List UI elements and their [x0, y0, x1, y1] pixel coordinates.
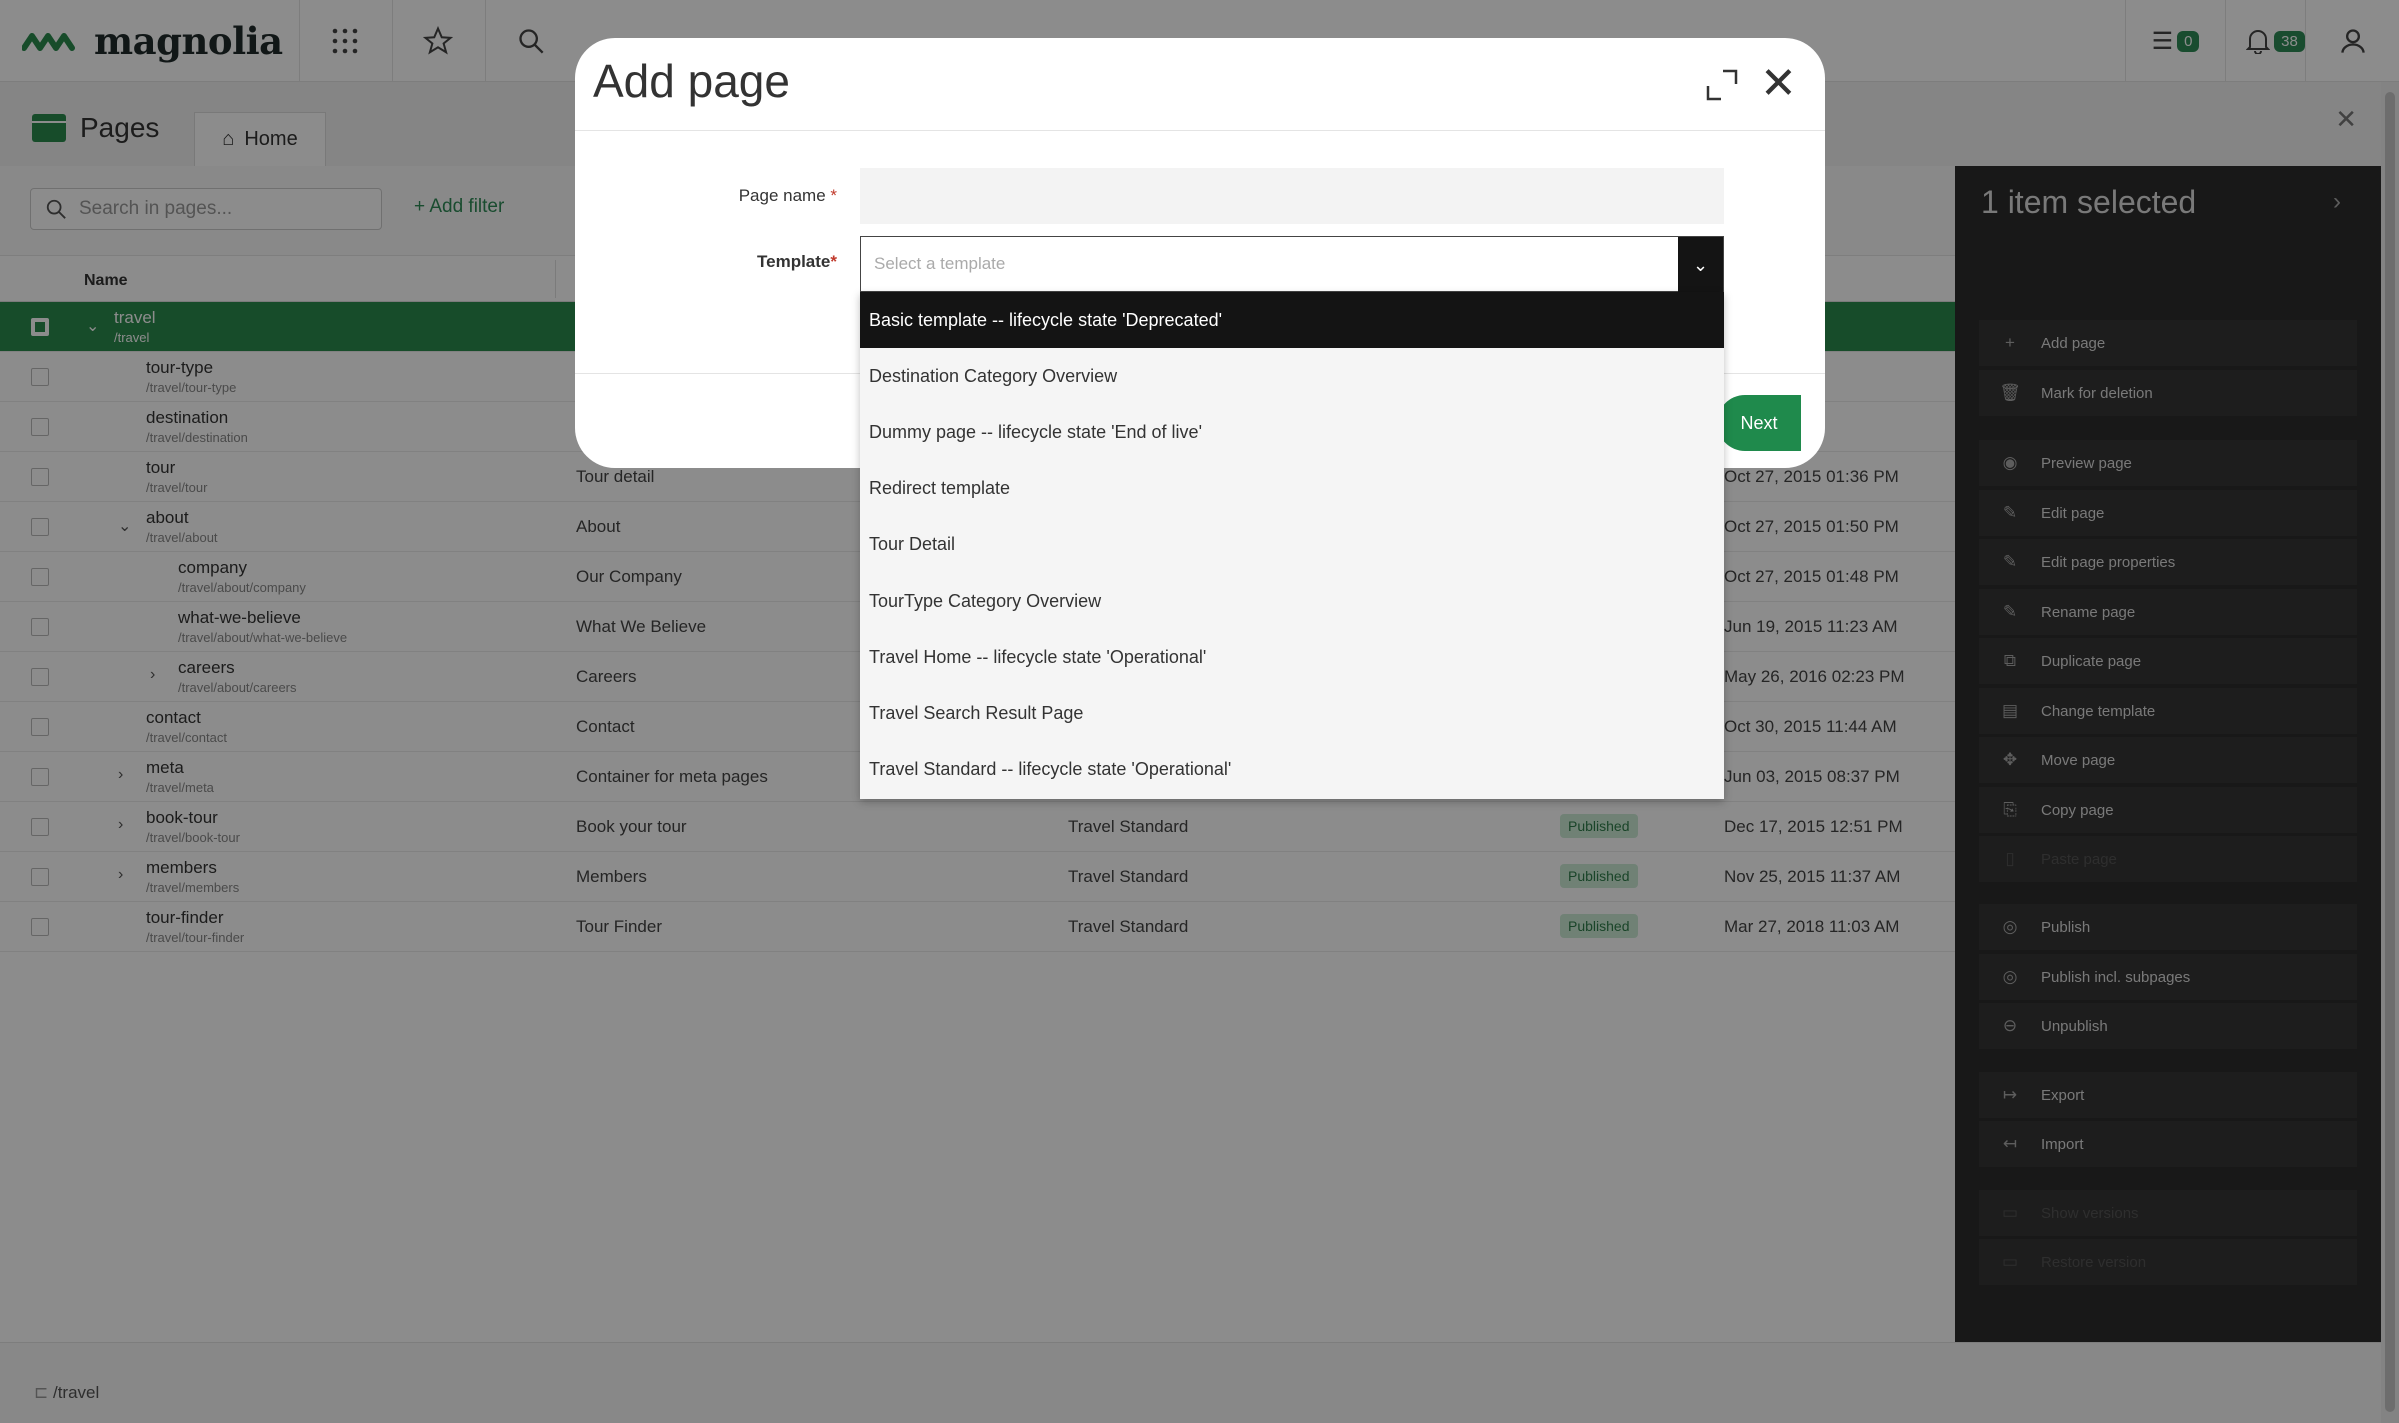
next-button[interactable]: Next — [1717, 395, 1801, 451]
required-marker: * — [830, 252, 837, 271]
close-dialog-icon[interactable]: ✕ — [1760, 62, 1797, 106]
template-option[interactable]: Redirect template — [860, 461, 1724, 517]
template-label: Template* — [705, 252, 837, 272]
template-placeholder: Select a template — [874, 254, 1006, 273]
chevron-down-icon[interactable]: ⌄ — [1678, 237, 1723, 293]
template-dropdown-list: Basic template -- lifecycle state 'Depre… — [860, 292, 1724, 799]
dialog-header-divider — [575, 130, 1825, 131]
page-name-input[interactable] — [860, 168, 1724, 224]
dialog-title: Add page — [593, 55, 790, 107]
template-option[interactable]: Destination Category Overview — [860, 348, 1724, 404]
page-name-label-text: Page name — [738, 186, 826, 205]
template-option[interactable]: Tour Detail — [860, 517, 1724, 573]
template-option[interactable]: TourType Category Overview — [860, 573, 1724, 629]
template-option[interactable]: Basic template -- lifecycle state 'Depre… — [860, 292, 1724, 349]
template-option[interactable]: Dummy page -- lifecycle state 'End of li… — [860, 404, 1724, 460]
template-select[interactable]: Select a template ⌄ — [860, 236, 1724, 293]
template-option[interactable]: Travel Search Result Page — [860, 685, 1724, 741]
expand-icon[interactable] — [1705, 68, 1739, 102]
page-name-label: Page name * — [705, 186, 837, 206]
required-marker: * — [825, 186, 837, 205]
template-label-text: Template — [757, 252, 831, 271]
app-root: magnolia ☰ 0 38 Pages ⌂ Home ✕ Search in… — [0, 0, 2399, 1423]
template-option[interactable]: Travel Standard -- lifecycle state 'Oper… — [860, 742, 1724, 798]
template-option[interactable]: Travel Home -- lifecycle state 'Operatio… — [860, 629, 1724, 685]
